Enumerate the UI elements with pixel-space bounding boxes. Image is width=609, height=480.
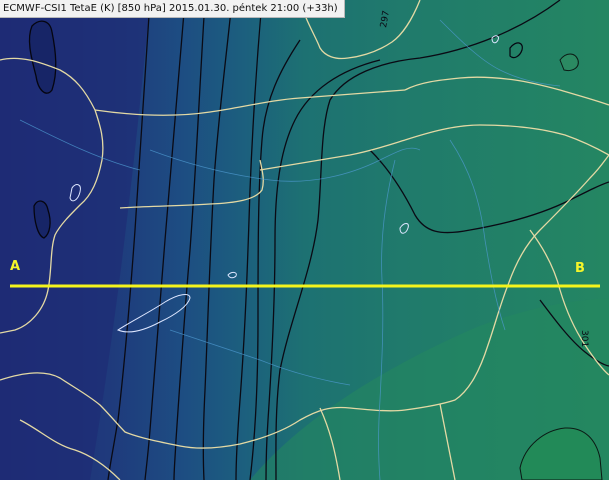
cross-section-start-label: A: [10, 259, 21, 274]
map-view[interactable]: 297 301 ECMWF-CSI1 TetaE (K) [850 hPa] 2…: [0, 0, 609, 480]
cross-section-end-label: B: [575, 261, 585, 276]
thetae-map: 297 301: [0, 0, 609, 480]
warm-spot: [559, 53, 579, 71]
contour-label-301: 301: [579, 330, 589, 347]
map-title: ECMWF-CSI1 TetaE (K) [850 hPa] 2015.01.3…: [0, 0, 345, 18]
